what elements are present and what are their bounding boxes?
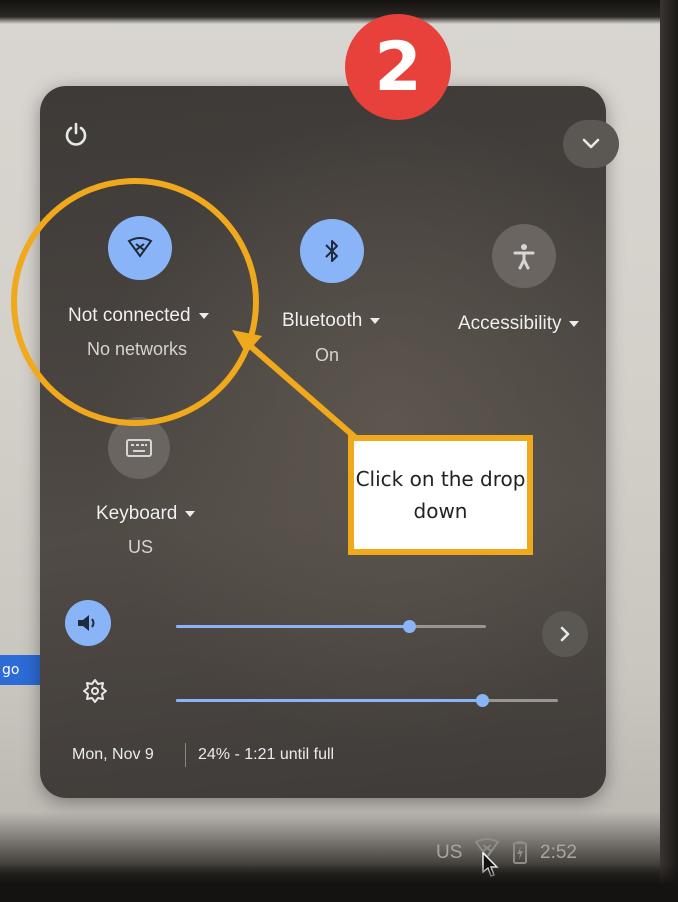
instruction-callout: Click on the drop down xyxy=(348,435,533,555)
instruction-text: Click on the drop down xyxy=(355,467,526,523)
callout-arrow xyxy=(232,330,375,455)
